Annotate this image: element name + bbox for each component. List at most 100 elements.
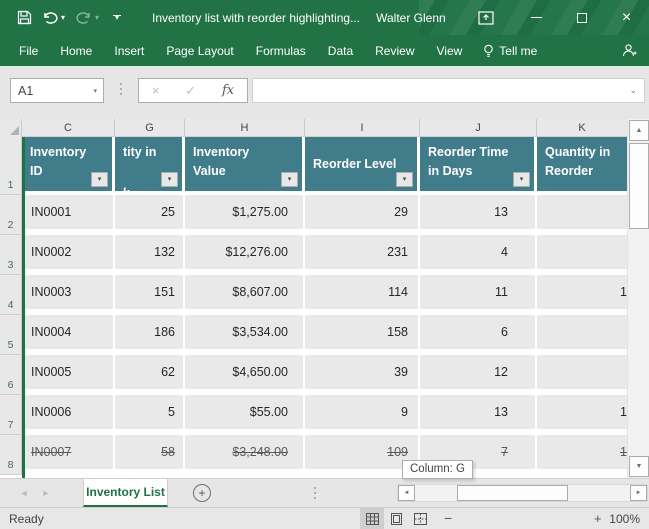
zoom-out-button[interactable]: −: [444, 510, 452, 526]
sheet-nav-left-icon[interactable]: ◄: [14, 479, 34, 507]
cell[interactable]: $1,275.00: [185, 195, 305, 229]
header-cell-reorder-time[interactable]: Reorder Time in Days ▾: [420, 137, 537, 191]
save-button[interactable]: [12, 6, 36, 30]
cell[interactable]: IN0003: [22, 275, 115, 309]
enter-icon[interactable]: ✓: [185, 83, 196, 99]
row-header-1[interactable]: 1: [0, 137, 22, 195]
cell[interactable]: IN0006: [22, 395, 115, 429]
column-header-i[interactable]: I: [305, 119, 420, 137]
cell[interactable]: 58: [115, 435, 185, 469]
formula-bar-expand-icon[interactable]: ⌄: [629, 85, 644, 96]
filter-dropdown-icon[interactable]: ▾: [161, 172, 178, 187]
zoom-in-button[interactable]: +: [594, 511, 602, 526]
cell[interactable]: 231: [305, 235, 420, 269]
cell[interactable]: 114: [305, 275, 420, 309]
cell[interactable]: 151: [115, 275, 185, 309]
redo-dropdown-icon[interactable]: ▾: [92, 13, 102, 21]
cell[interactable]: 4: [420, 235, 537, 269]
column-header-h[interactable]: H: [185, 119, 305, 137]
cell[interactable]: 13: [420, 195, 537, 229]
cell[interactable]: 132: [115, 235, 185, 269]
cell[interactable]: 12: [420, 355, 537, 389]
cell[interactable]: 25: [115, 195, 185, 229]
row-header-2[interactable]: 2: [0, 195, 22, 235]
header-cell-quantity-in-reorder[interactable]: Quantity in Reorder: [537, 137, 627, 191]
cell[interactable]: IN0004: [22, 315, 115, 349]
scroll-up-icon[interactable]: ▲: [629, 120, 649, 141]
maximize-button[interactable]: [559, 0, 604, 35]
filter-dropdown-icon[interactable]: ▾: [281, 172, 298, 187]
tab-page-layout[interactable]: Page Layout: [155, 44, 244, 58]
cell[interactable]: $3,534.00: [185, 315, 305, 349]
cell[interactable]: 11: [420, 275, 537, 309]
redo-button[interactable]: ▾: [74, 6, 104, 30]
cell[interactable]: 6: [420, 315, 537, 349]
scroll-left-icon[interactable]: ◄: [398, 485, 415, 501]
column-header-k[interactable]: K: [537, 119, 627, 137]
column-header-j[interactable]: J: [420, 119, 537, 137]
undo-dropdown-icon[interactable]: ▾: [58, 13, 68, 21]
sheet-nav-right-icon[interactable]: ►: [36, 479, 56, 507]
minimize-button[interactable]: [514, 0, 559, 35]
cell[interactable]: 1: [537, 435, 627, 469]
scroll-down-icon[interactable]: ▼: [629, 456, 649, 477]
row-header-8[interactable]: 8: [0, 435, 22, 475]
insert-function-icon[interactable]: fx: [222, 83, 234, 98]
name-box[interactable]: A1 ▾: [10, 78, 104, 103]
undo-button[interactable]: ▾: [40, 6, 70, 30]
cell[interactable]: 186: [115, 315, 185, 349]
row-header-4[interactable]: 4: [0, 275, 22, 315]
horizontal-scrollbar[interactable]: ◄ ►: [397, 484, 648, 502]
tab-review[interactable]: Review: [364, 44, 425, 58]
close-button[interactable]: ×: [604, 0, 649, 35]
cell[interactable]: [537, 235, 627, 269]
row-header-3[interactable]: 3: [0, 235, 22, 275]
cell[interactable]: IN0005: [22, 355, 115, 389]
cell[interactable]: IN0001: [22, 195, 115, 229]
filter-dropdown-icon[interactable]: ▾: [396, 172, 413, 187]
cell[interactable]: $55.00: [185, 395, 305, 429]
column-header-g[interactable]: G: [115, 119, 185, 137]
tab-home[interactable]: Home: [49, 44, 103, 58]
cell[interactable]: $4,650.00: [185, 355, 305, 389]
formula-input[interactable]: ⌄: [252, 78, 645, 103]
cell[interactable]: IN0002: [22, 235, 115, 269]
cell[interactable]: 5: [115, 395, 185, 429]
cell[interactable]: 62: [115, 355, 185, 389]
header-cell-inventory-value[interactable]: Inventory Value ▾: [185, 137, 305, 191]
horizontal-scrollbar-thumb[interactable]: [457, 485, 568, 501]
header-cell-inventory-id[interactable]: Inventory ID ▾: [22, 137, 115, 191]
cell[interactable]: $8,607.00: [185, 275, 305, 309]
cell[interactable]: IN0007: [22, 435, 115, 469]
cell[interactable]: [537, 195, 627, 229]
header-cell-reorder-level[interactable]: Reorder Level ▾: [305, 137, 420, 191]
page-break-preview-button[interactable]: [408, 508, 432, 529]
share-button[interactable]: [622, 35, 637, 66]
vertical-scrollbar[interactable]: ▲ ▼: [627, 119, 649, 478]
header-cell-quantity-in-stock[interactable]: tity ink▾: [115, 137, 185, 191]
cell[interactable]: 29: [305, 195, 420, 229]
row-header-5[interactable]: 5: [0, 315, 22, 355]
scroll-right-icon[interactable]: ►: [630, 485, 647, 501]
column-header-c[interactable]: C: [22, 119, 115, 137]
normal-view-button[interactable]: [360, 508, 384, 529]
cell[interactable]: 1: [537, 395, 627, 429]
cell[interactable]: $3,248.00: [185, 435, 305, 469]
cancel-icon[interactable]: ×: [152, 83, 160, 98]
tab-file[interactable]: File: [0, 44, 49, 58]
tab-data[interactable]: Data: [317, 44, 364, 58]
cell[interactable]: 1: [537, 275, 627, 309]
sheet-tab-inventory-list[interactable]: Inventory List: [83, 479, 168, 507]
cell[interactable]: 9: [305, 395, 420, 429]
tell-me-box[interactable]: Tell me: [483, 44, 537, 58]
filter-dropdown-icon[interactable]: ▾: [91, 172, 108, 187]
new-sheet-button[interactable]: +: [193, 484, 211, 502]
tab-formulas[interactable]: Formulas: [245, 44, 317, 58]
cell[interactable]: [537, 315, 627, 349]
tab-insert[interactable]: Insert: [103, 44, 155, 58]
cell[interactable]: 13: [420, 395, 537, 429]
row-header-6[interactable]: 6: [0, 355, 22, 395]
page-layout-view-button[interactable]: [384, 508, 408, 529]
cell[interactable]: $12,276.00: [185, 235, 305, 269]
select-all-button[interactable]: [0, 119, 22, 137]
